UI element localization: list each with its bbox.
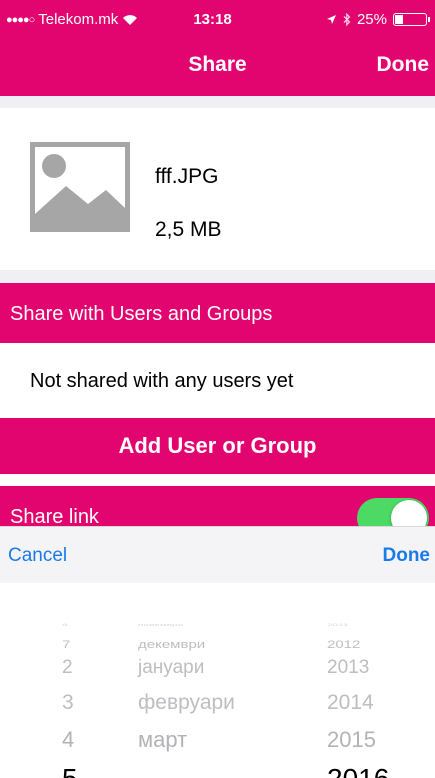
picker-cancel-button[interactable]: Cancel <box>8 545 67 567</box>
picker-year: 2013 <box>327 657 370 678</box>
section-separator <box>0 96 435 108</box>
navigation-bar: Share Done <box>0 38 435 96</box>
location-arrow-icon <box>326 15 336 24</box>
page-title: Share <box>188 53 247 76</box>
status-bar: ●●●●○ Telekom.mk 13:18 25% <box>0 0 435 38</box>
picker-day: 3 <box>62 691 74 714</box>
wifi-icon <box>123 14 138 25</box>
clock: 13:18 <box>193 11 232 28</box>
share-link-label: Share link <box>10 506 99 526</box>
picker-day: 5 <box>62 763 78 778</box>
picker-day: 7 <box>62 638 71 651</box>
picker-done-button[interactable]: Done <box>383 545 431 567</box>
picker-day: 6 <box>62 623 68 627</box>
no-shares-message: Not shared with any users yet <box>30 370 294 392</box>
toggle-knob <box>391 500 427 526</box>
picker-month: декември <box>138 638 206 651</box>
battery-percent: 25% <box>356 11 387 28</box>
picker-month: јануари <box>138 657 205 678</box>
image-placeholder-icon <box>30 142 130 232</box>
picker-year: 2016 <box>327 763 389 778</box>
picker-day: 2 <box>62 657 73 678</box>
section-separator <box>0 270 435 283</box>
picker-year: 2012 <box>327 638 361 651</box>
picker-month: март <box>138 727 188 752</box>
carrier-name: Telekom.mk <box>38 11 119 28</box>
file-name: fff.JPG <box>155 165 219 188</box>
share-users-header: Share with Users and Groups <box>0 283 435 343</box>
bluetooth-icon <box>343 13 351 26</box>
add-user-or-group-button[interactable]: Add User or Group <box>0 418 435 474</box>
file-info: fff.JPG 2,5 MB <box>0 108 435 270</box>
date-picker-toolbar: Cancel Done <box>0 526 435 584</box>
battery-icon <box>393 13 430 26</box>
carrier-info: ●●●●○ Telekom.mk <box>6 11 138 28</box>
picker-year: 2014 <box>327 691 374 714</box>
picker-month: февруари <box>138 691 235 714</box>
share-link-row: Share link <box>0 486 435 526</box>
picker-month: новември <box>138 623 184 627</box>
done-button[interactable]: Done <box>377 53 430 77</box>
picker-year: 2015 <box>327 727 376 752</box>
share-link-toggle[interactable] <box>357 498 429 526</box>
picker-day: 4 <box>62 727 75 752</box>
section-separator <box>0 474 435 486</box>
picker-year: 2011 <box>327 623 349 627</box>
file-size: 2,5 MB <box>155 218 222 241</box>
status-indicators: 25% <box>326 11 430 28</box>
date-picker[interactable]: 6 новември 2011 7 декември 2012 2 јануар… <box>0 583 435 778</box>
signal-strength-icon: ●●●●○ <box>6 13 35 26</box>
